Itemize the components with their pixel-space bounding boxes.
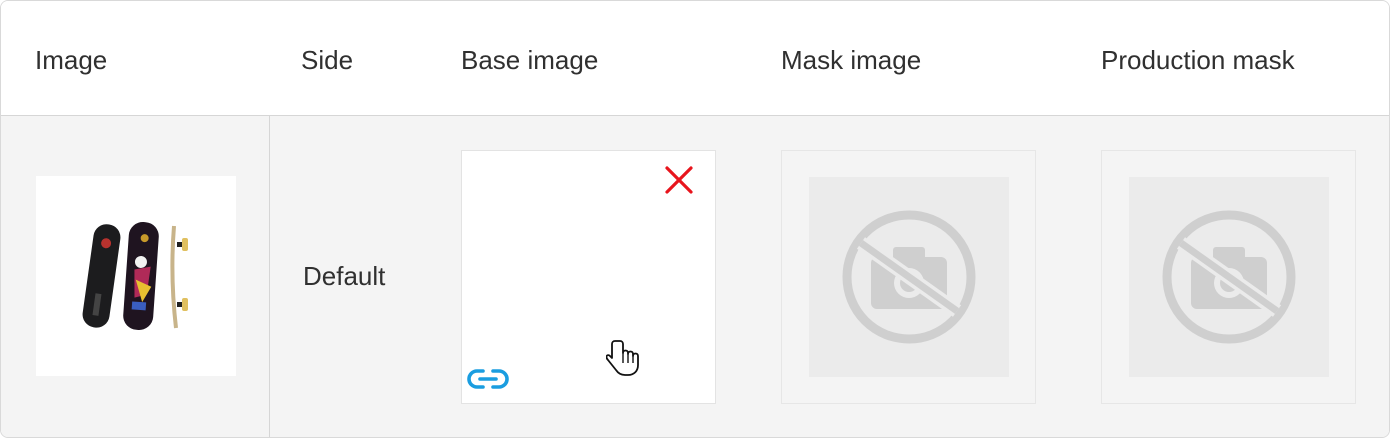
column-divider [269, 116, 270, 437]
production-mask-placeholder [1129, 177, 1329, 377]
side-value: Default [303, 261, 386, 291]
skateboard-product-image [82, 222, 188, 330]
base-image-dropzone[interactable] [461, 150, 716, 404]
product-thumbnail [36, 176, 236, 376]
table-row: Default [1, 116, 1389, 437]
production-mask-dropzone[interactable] [1101, 150, 1356, 404]
close-icon[interactable] [662, 163, 696, 197]
column-header-mask-image: Mask image [781, 45, 922, 75]
column-header-production-mask: Production mask [1101, 45, 1295, 75]
column-header-side: Side [301, 45, 354, 75]
no-camera-icon [842, 210, 976, 344]
column-header-image: Image [35, 45, 108, 75]
link-icon[interactable] [466, 365, 510, 393]
column-header-base-image: Base image [461, 45, 599, 75]
table-header: Image Side Base image Mask image Product… [1, 1, 1389, 116]
no-camera-icon [1162, 210, 1296, 344]
sides-table: Image Side Base image Mask image Product… [0, 0, 1390, 438]
hand-pointer-icon [605, 339, 642, 379]
mask-image-dropzone[interactable] [781, 150, 1036, 404]
mask-image-placeholder [809, 177, 1009, 377]
